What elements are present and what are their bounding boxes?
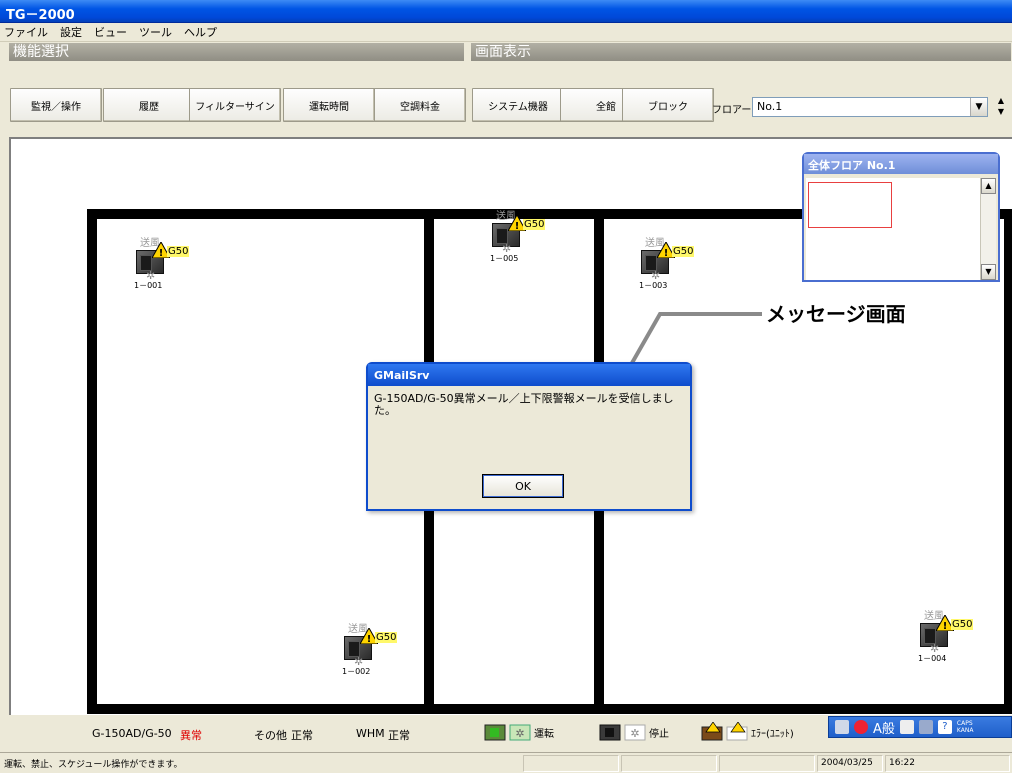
help-icon[interactable]: ? <box>937 720 952 734</box>
dialog-title: GMailSrv <box>368 364 690 386</box>
monitor-operate-button[interactable]: 監視／操作 <box>10 88 102 122</box>
ime-toolbar[interactable]: A般 ? CAPS KANA <box>828 716 1012 738</box>
status-pane-2 <box>621 755 717 772</box>
error-unit-icon <box>701 722 723 741</box>
svg-text:!: ! <box>367 634 372 644</box>
status-pane-1 <box>523 755 619 772</box>
other-status-value: 正常 <box>291 729 313 742</box>
caps-kana-indicator: CAPS KANA <box>957 720 974 734</box>
pad-icon[interactable] <box>899 720 914 734</box>
g50-tag: G50 <box>951 619 974 630</box>
stop-unit-icon <box>599 724 621 741</box>
scroll-down-icon[interactable]: ▼ <box>981 264 996 280</box>
function-select-header: 機能選択 <box>9 43 464 61</box>
operation-time-button[interactable]: 運転時間 <box>283 88 375 122</box>
ac-charge-button[interactable]: 空調料金 <box>374 88 466 122</box>
status-date: 2004/03/25 <box>817 755 883 772</box>
floor-select[interactable]: No.1 ▼ <box>752 97 988 117</box>
legend-run-label: 運転 <box>534 728 554 740</box>
g50-tag: G50 <box>672 246 695 257</box>
svg-text:!: ! <box>515 221 520 231</box>
g50-tag: G50 <box>523 219 546 230</box>
ac-unit[interactable]: 送風 ! G50 ✲ 1－004 <box>908 607 988 687</box>
other-status-label: その他 <box>254 729 287 742</box>
unit-id: 1－002 <box>342 667 371 676</box>
ime-icon[interactable] <box>854 720 868 734</box>
g50-status-label: G-150AD/G-50 <box>92 727 172 740</box>
menu-tools[interactable]: ツール <box>139 24 172 40</box>
keyboard-icon[interactable] <box>835 720 849 734</box>
block-button[interactable]: ブロック <box>622 88 714 122</box>
status-message: 運転、禁止、スケジュール操作ができます。 <box>4 760 183 770</box>
unit-id: 1－005 <box>490 254 519 263</box>
unit-id: 1－004 <box>918 654 947 663</box>
floor-label: フロアー <box>712 105 752 116</box>
ok-button[interactable]: OK <box>482 474 564 498</box>
unit-id: 1－001 <box>134 281 163 290</box>
menu-settings[interactable]: 設定 <box>60 24 82 40</box>
overview-viewport[interactable] <box>808 182 892 228</box>
menu-file[interactable]: ファイル <box>4 24 48 40</box>
legend-stop: ✲ 停止 <box>599 722 669 742</box>
window-title: TG－2000 <box>0 0 1012 23</box>
error-fan-icon <box>726 722 748 741</box>
g50-tag: G50 <box>375 632 398 643</box>
legend-error: ｴﾗｰ(ﾕﾆｯﾄ) <box>701 722 794 742</box>
history-button[interactable]: 履歴 <box>103 88 195 122</box>
screen-display-header: 画面表示 <box>471 43 1011 61</box>
svg-text:!: ! <box>943 621 948 631</box>
floor-select-value: No.1 <box>757 100 783 113</box>
svg-text:✲: ✲ <box>630 727 639 740</box>
dialog-message: G-150AD/G-50異常メール／上下限警報メールを受信しました。 <box>374 392 674 417</box>
kana-label: KANA <box>956 727 974 734</box>
filter-sign-button[interactable]: フィルターサイン <box>189 88 281 122</box>
stop-fan-icon: ✲ <box>624 724 646 741</box>
spin-down-icon[interactable]: ▼ <box>992 106 1010 117</box>
status-pane-3 <box>719 755 815 772</box>
ac-unit[interactable]: 送風 ! G50 ✲ 1－003 <box>629 234 709 314</box>
system-devices-button[interactable]: システム機器 <box>472 88 564 122</box>
run-unit-icon <box>484 724 506 741</box>
legend-stop-label: 停止 <box>649 728 669 740</box>
tool-icon[interactable] <box>918 720 933 734</box>
g50-status-value: 異常 <box>180 729 202 742</box>
menu-bar: ファイル 設定 ビュー ツール ヘルプ <box>0 23 1012 42</box>
floor-overview-window[interactable]: 全体フロア No.1 ▲ ▼ <box>802 152 1000 282</box>
legend-error-label: ｴﾗｰ(ﾕﾆｯﾄ) <box>751 728 794 740</box>
spin-up-icon[interactable]: ▲ <box>992 95 1010 106</box>
menu-view[interactable]: ビュー <box>94 24 127 40</box>
dropdown-arrow-icon[interactable]: ▼ <box>970 98 987 116</box>
scroll-up-icon[interactable]: ▲ <box>981 178 996 194</box>
menu-help[interactable]: ヘルプ <box>184 24 217 40</box>
g50-tag: G50 <box>167 246 190 257</box>
message-dialog: GMailSrv G-150AD/G-50異常メール／上下限警報メールを受信しま… <box>366 362 692 511</box>
caps-label: CAPS <box>956 720 973 727</box>
status-time: 16:22 <box>885 755 1010 772</box>
ac-unit[interactable]: 送風 ! G50 ✲ 1－001 <box>124 234 204 314</box>
legend-run: ✲ 運転 <box>484 722 554 742</box>
overview-title: 全体フロア No.1 <box>804 154 998 174</box>
overview-map[interactable] <box>806 178 982 280</box>
unit-id: 1－003 <box>639 281 668 290</box>
ime-mode[interactable]: A般 <box>873 718 895 737</box>
status-bar: 運転、禁止、スケジュール操作ができます。 2004/03/25 16:22 <box>0 752 1012 773</box>
overview-scrollbar[interactable]: ▲ ▼ <box>980 178 996 280</box>
svg-text:✲: ✲ <box>515 727 524 740</box>
callout-label: メッセージ画面 <box>766 302 906 326</box>
svg-text:!: ! <box>159 248 164 258</box>
floor-spinner[interactable]: ▲ ▼ <box>992 95 1010 119</box>
run-fan-icon: ✲ <box>509 724 531 741</box>
svg-text:!: ! <box>664 248 669 258</box>
ac-unit[interactable]: 送風 ! G50 ✲ 1－005 <box>480 207 560 287</box>
ac-unit[interactable]: 送風 ! G50 ✲ 1－002 <box>332 620 412 700</box>
whm-status-label: WHM <box>356 727 385 740</box>
whm-status-value: 正常 <box>388 729 410 742</box>
